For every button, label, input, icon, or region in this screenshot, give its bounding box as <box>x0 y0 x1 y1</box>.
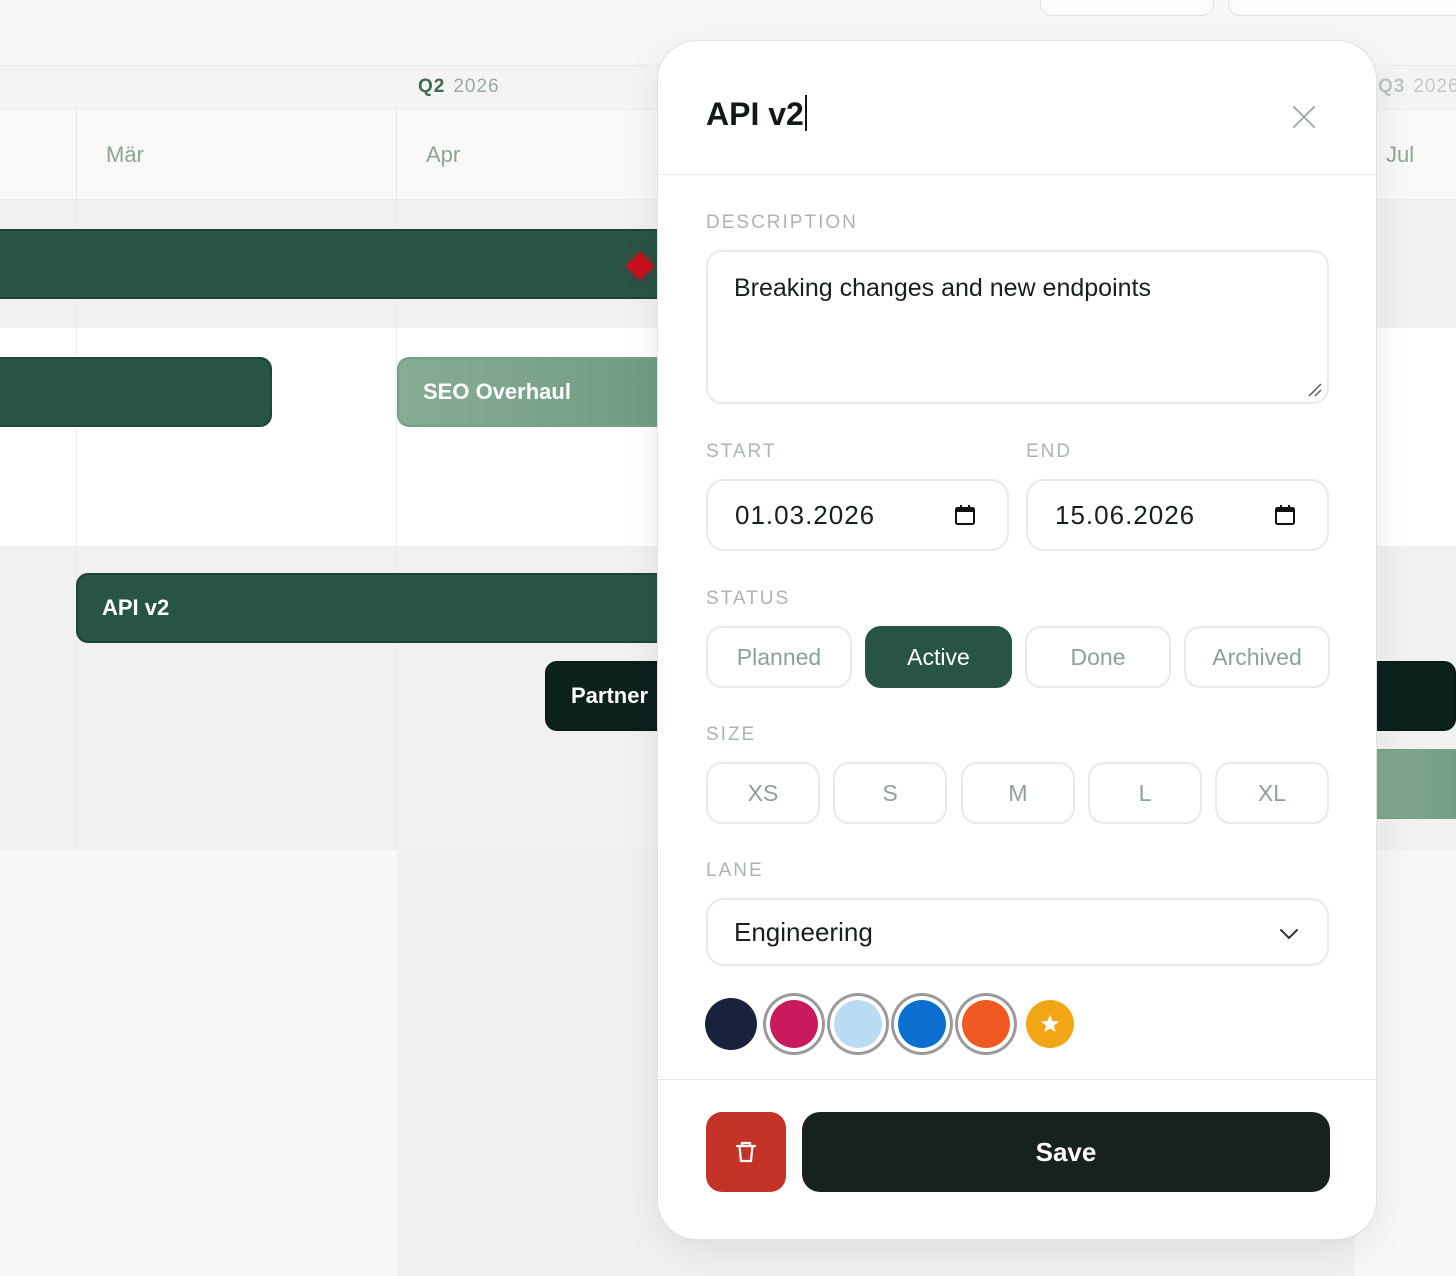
start-label: START <box>706 441 777 462</box>
resize-grip-icon[interactable] <box>1305 380 1323 398</box>
chevron-down-icon <box>1280 929 1298 940</box>
quarter-label-q3: Q3 2026 <box>1378 76 1456 97</box>
item-editor-modal: API v2 DESCRIPTION Breaking changes and … <box>657 40 1377 1240</box>
status-option-active[interactable]: Active <box>865 626 1012 688</box>
save-button[interactable]: Save <box>802 1112 1330 1192</box>
color-swatch-navy[interactable] <box>705 998 757 1050</box>
end-date-input[interactable]: 15.06.2026 <box>1026 479 1329 551</box>
size-option-l[interactable]: L <box>1088 762 1202 824</box>
status-option-done[interactable]: Done <box>1025 626 1171 688</box>
lane-select[interactable]: Engineering <box>706 898 1329 966</box>
color-swatch-blue[interactable] <box>898 1000 946 1048</box>
gridline <box>76 110 77 850</box>
gridline <box>396 110 397 850</box>
lane-label: LANE <box>706 860 764 881</box>
timeline-bar-api-v2[interactable]: API v2 <box>76 573 676 643</box>
size-option-m[interactable]: M <box>961 762 1075 824</box>
calendar-icon[interactable] <box>1273 503 1297 527</box>
status-option-archived[interactable]: Archived <box>1184 626 1330 688</box>
calendar-icon[interactable] <box>953 503 977 527</box>
timeline-bar-seo-overhaul[interactable]: SEO Overhaul <box>397 357 677 427</box>
star-icon <box>1041 1015 1059 1032</box>
color-swatch-magenta[interactable] <box>770 1000 818 1048</box>
toolbar-button[interactable] <box>1040 0 1214 16</box>
month-label-jul: Jul <box>1386 142 1415 167</box>
color-swatch-light-blue[interactable] <box>834 1000 882 1048</box>
color-swatch-orange[interactable] <box>962 1000 1010 1048</box>
color-swatch-custom[interactable] <box>1026 1000 1074 1048</box>
quarter-label-q2: Q2 2026 <box>418 76 500 97</box>
status-option-planned[interactable]: Planned <box>706 626 852 688</box>
description-label: DESCRIPTION <box>706 212 858 233</box>
description-textarea[interactable]: Breaking changes and new endpoints <box>706 250 1329 404</box>
toolbar-button[interactable] <box>1228 0 1456 16</box>
timeline-bar[interactable] <box>0 357 272 427</box>
end-label: END <box>1026 441 1073 462</box>
modal-header: API v2 <box>658 41 1376 175</box>
month-label-apr: Apr <box>426 142 461 167</box>
delete-button[interactable] <box>706 1112 786 1192</box>
month-label-mar: Mär <box>106 142 144 167</box>
size-label: SIZE <box>706 724 757 745</box>
trash-icon <box>735 1141 757 1163</box>
size-option-xs[interactable]: XS <box>706 762 820 824</box>
size-option-s[interactable]: S <box>833 762 947 824</box>
close-button[interactable] <box>1286 99 1322 135</box>
close-icon <box>1292 105 1316 129</box>
size-option-xl[interactable]: XL <box>1215 762 1329 824</box>
status-label: STATUS <box>706 588 791 609</box>
timeline-bar[interactable] <box>0 229 680 299</box>
start-date-input[interactable]: 01.03.2026 <box>706 479 1009 551</box>
text-caret <box>804 95 807 131</box>
title-input[interactable]: API v2 <box>706 95 807 133</box>
